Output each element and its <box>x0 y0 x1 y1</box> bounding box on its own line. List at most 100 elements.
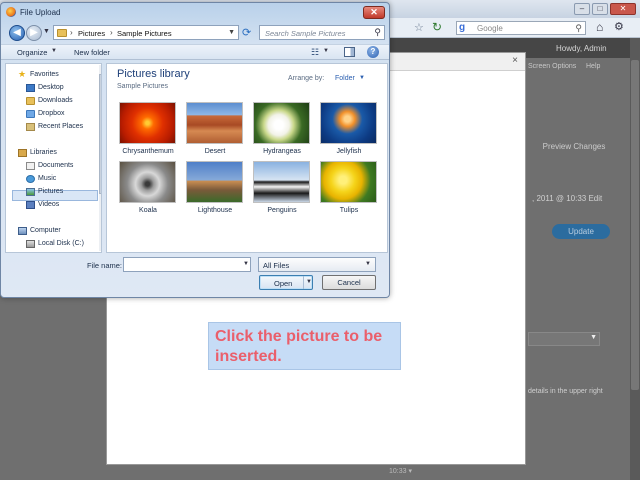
file-type-select[interactable]: All Files ▼ <box>258 257 376 272</box>
folder-icon <box>57 29 67 37</box>
file-label-desert[interactable]: Desert <box>182 148 248 155</box>
pictures-icon <box>26 188 35 196</box>
modal-footer-text: 10:33 ▾ <box>389 468 412 475</box>
file-label-hydrangeas[interactable]: Hydrangeas <box>249 148 315 155</box>
open-label: Open <box>274 279 293 288</box>
new-folder-button[interactable]: New folder <box>74 48 110 57</box>
breadcrumb-pictures[interactable]: Pictures <box>78 29 105 38</box>
nav-label: Local Disk (C:) <box>38 240 84 247</box>
forward-arrow-icon[interactable]: ▶ <box>26 25 42 41</box>
reload-icon[interactable]: ↻ <box>432 20 442 34</box>
chevron-down-icon[interactable]: ▼ <box>359 75 365 81</box>
disk-icon <box>26 240 35 248</box>
file-label-chrysanthemum[interactable]: Chrysanthemum <box>115 148 181 155</box>
downloads-folder-icon <box>26 97 35 105</box>
desktop-icon <box>26 84 35 92</box>
thumb-koala[interactable] <box>119 161 176 203</box>
nav-label: Desktop <box>38 84 64 91</box>
thumb-desert[interactable] <box>186 102 243 144</box>
search-input[interactable]: Search Sample Pictures ⚲ <box>259 25 385 40</box>
chevron-right-icon[interactable]: › <box>70 28 73 37</box>
library-subtitle[interactable]: Sample Pictures <box>117 83 168 90</box>
tools-icon[interactable]: ⚙ <box>614 20 624 33</box>
nav-label: Documents <box>38 162 74 169</box>
chevron-down-icon[interactable]: ▼ <box>243 261 249 267</box>
file-label-tulips[interactable]: Tulips <box>316 207 382 214</box>
minimize-button[interactable]: – <box>574 3 590 15</box>
bookmark-star-icon[interactable]: ☆ <box>414 21 424 34</box>
dialog-titlebar[interactable]: File Upload ✕ <box>1 3 389 21</box>
thumb-chrysanthemum[interactable] <box>119 102 176 144</box>
nav-scrollbar-thumb[interactable] <box>99 74 101 194</box>
firefox-icon <box>6 7 16 17</box>
file-label-lighthouse[interactable]: Lighthouse <box>182 207 248 214</box>
update-button[interactable]: Update <box>552 224 610 239</box>
howdy-text[interactable]: Howdy, Admin <box>556 44 607 53</box>
command-bar: Organize ▼ New folder ☷ ▼ ? <box>1 44 389 60</box>
button-divider <box>303 276 304 289</box>
instruction-callout: Click the picture to be inserted. <box>208 322 401 370</box>
libraries-icon <box>18 149 27 157</box>
file-name-label: File name: <box>87 261 123 270</box>
refresh-icon[interactable]: ⟳ <box>242 26 251 39</box>
preview-pane-icon[interactable] <box>344 47 355 57</box>
recent-locations-icon[interactable]: ▼ <box>43 28 50 35</box>
thumb-lighthouse[interactable] <box>186 161 243 203</box>
search-icon[interactable]: ⚲ <box>374 27 381 38</box>
nav-label: Videos <box>38 201 60 208</box>
chevron-down-icon[interactable]: ▼ <box>228 29 235 36</box>
back-arrow-icon[interactable]: ◀ <box>9 25 25 41</box>
star-icon: ★ <box>18 69 27 79</box>
template-select[interactable]: ▼ <box>528 332 600 346</box>
browser-search-box[interactable]: g Google ⚲ <box>456 21 586 35</box>
file-label-koala[interactable]: Koala <box>115 207 181 214</box>
arrange-by-dropdown[interactable]: Folder <box>335 75 355 82</box>
nav-label: Pictures <box>38 188 64 195</box>
nav-label: Dropbox <box>38 110 65 117</box>
search-placeholder: Search Sample Pictures <box>265 29 346 38</box>
close-window-button[interactable]: ✕ <box>610 3 636 15</box>
breadcrumb-sample-pictures[interactable]: Sample Pictures <box>117 29 172 38</box>
recent-places-icon <box>26 123 35 131</box>
nav-label: Computer <box>30 227 61 234</box>
screen-options-tab[interactable]: Screen Options <box>528 63 576 70</box>
dropbox-icon <box>26 110 35 118</box>
library-title: Pictures library <box>117 68 190 80</box>
organize-button[interactable]: Organize <box>17 48 47 57</box>
thumb-tulips[interactable] <box>320 161 377 203</box>
file-type-value: All Files <box>263 261 290 270</box>
change-view-icon[interactable]: ☷ <box>311 47 319 58</box>
callout-text: Click the picture to be inserted. <box>215 328 383 365</box>
search-icon[interactable]: ⚲ <box>575 23 582 34</box>
window-controls: – □ ✕ <box>574 3 636 15</box>
music-icon <box>26 175 35 183</box>
preview-changes-button[interactable]: Preview Changes <box>536 138 612 156</box>
cancel-button[interactable]: Cancel <box>322 275 376 290</box>
documents-icon <box>26 162 35 170</box>
hint-text: details in the upper right <box>528 388 603 395</box>
chevron-down-icon: ▼ <box>590 334 597 341</box>
chevron-down-icon[interactable]: ▼ <box>306 279 312 285</box>
help-tab[interactable]: Help <box>586 63 600 70</box>
thumb-penguins[interactable] <box>253 161 310 203</box>
page-scrollbar-thumb[interactable] <box>631 60 639 390</box>
chevron-down-icon[interactable]: ▼ <box>51 48 57 54</box>
nav-label: Recent Places <box>38 123 84 130</box>
nav-label: Libraries <box>30 149 57 156</box>
address-bar[interactable]: › Pictures › Sample Pictures ▼ <box>53 25 239 40</box>
home-icon[interactable]: ⌂ <box>596 20 603 34</box>
chevron-right-icon[interactable]: › <box>110 28 113 37</box>
file-label-jellyfish[interactable]: Jellyfish <box>316 148 382 155</box>
nav-label: Favorites <box>30 71 59 78</box>
thumb-jellyfish[interactable] <box>320 102 377 144</box>
maximize-button[interactable]: □ <box>592 3 608 15</box>
open-button[interactable]: Open ▼ <box>259 275 313 290</box>
file-label-penguins[interactable]: Penguins <box>249 207 315 214</box>
chevron-down-icon[interactable]: ▼ <box>323 48 329 54</box>
thumb-hydrangeas[interactable] <box>253 102 310 144</box>
file-name-input[interactable] <box>123 257 251 272</box>
dialog-close-button[interactable]: ✕ <box>363 6 385 19</box>
help-icon[interactable]: ? <box>367 46 379 58</box>
close-icon[interactable]: × <box>509 55 521 67</box>
nav-label: Downloads <box>38 97 73 104</box>
